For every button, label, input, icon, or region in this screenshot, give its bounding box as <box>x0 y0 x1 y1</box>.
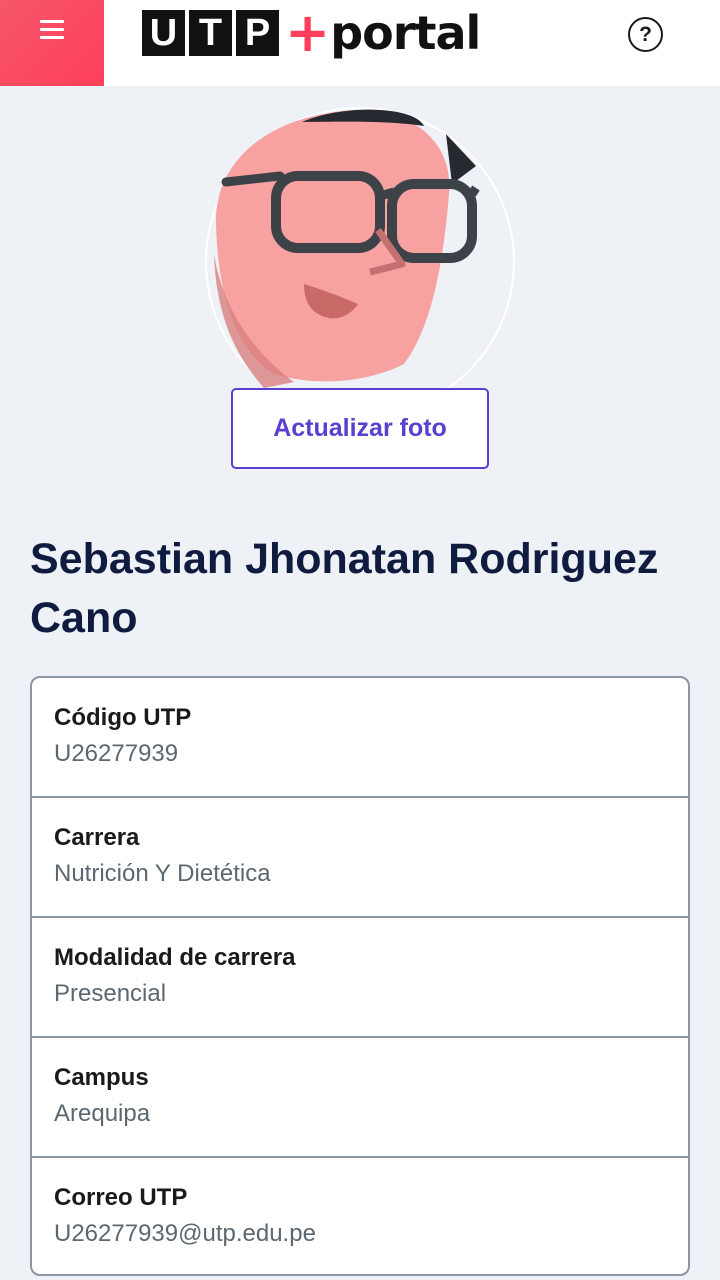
logo-letter: U <box>142 10 185 56</box>
info-label: Correo UTP <box>54 1184 188 1211</box>
info-row-codigo: Código UTP U26277939 <box>32 678 688 798</box>
top-bar: U T P + portal ? <box>0 0 720 86</box>
info-label: Carrera <box>54 824 140 851</box>
info-label: Código UTP <box>54 704 192 731</box>
info-value: Nutrición Y Dietética <box>54 860 271 887</box>
student-info-card: Código UTP U26277939 Carrera Nutrición Y… <box>30 676 690 1276</box>
info-label: Campus <box>54 1064 149 1091</box>
logo-letter: T <box>189 10 232 56</box>
info-row-modalidad: Modalidad de carrera Presencial <box>32 918 688 1038</box>
update-photo-button[interactable]: Actualizar foto <box>231 388 489 469</box>
info-value: U26277939 <box>54 740 179 767</box>
logo-letters: U T P <box>142 10 279 56</box>
info-label: Modalidad de carrera <box>54 944 296 971</box>
utp-portal-logo[interactable]: U T P + portal <box>142 1 481 64</box>
student-name: Sebastian Jhonatan Rodriguez Cano <box>30 535 659 642</box>
menu-button[interactable] <box>0 0 104 86</box>
help-icon[interactable]: ? <box>628 17 663 52</box>
info-value: Arequipa <box>54 1100 151 1127</box>
hamburger-menu-icon <box>40 20 64 44</box>
info-value: U26277939@utp.edu.pe <box>54 1220 316 1247</box>
info-row-correo: Correo UTP U26277939@utp.edu.pe <box>32 1158 688 1274</box>
logo-letter: P <box>236 10 279 56</box>
info-value: Presencial <box>54 980 167 1007</box>
logo-word: portal <box>330 6 481 60</box>
avatar <box>204 104 516 417</box>
info-row-campus: Campus Arequipa <box>32 1038 688 1158</box>
logo-plus: + <box>285 1 331 64</box>
avatar-illustration <box>205 107 515 417</box>
info-row-carrera: Carrera Nutrición Y Dietética <box>32 798 688 918</box>
